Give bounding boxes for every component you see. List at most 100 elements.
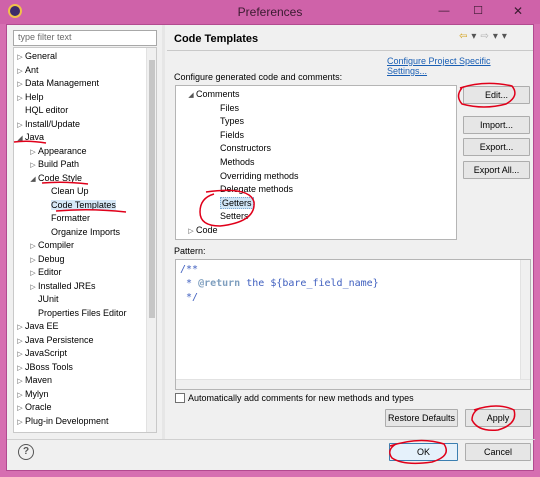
tree-item[interactable]: ▷ Help xyxy=(15,91,43,105)
close-window-button[interactable]: ✕ xyxy=(496,2,540,20)
pattern-horizontal-scrollbar[interactable] xyxy=(176,379,530,389)
minimize-button[interactable]: — xyxy=(430,2,458,20)
ok-button[interactable]: OK xyxy=(389,443,458,461)
tree-item[interactable]: HQL editor xyxy=(15,104,68,117)
auto-comments-option[interactable]: Automatically add comments for new metho… xyxy=(175,393,414,403)
collapsed-arrow-icon[interactable]: ▷ xyxy=(28,159,38,172)
tree-item[interactable]: ▷ Java EE xyxy=(15,320,58,334)
collapsed-arrow-icon[interactable]: ▷ xyxy=(28,281,38,294)
preferences-window: Preferences — ☐ ✕ type filter text ▷ Gene… xyxy=(0,0,540,477)
template-item[interactable]: Getters xyxy=(210,196,254,210)
pattern-editor[interactable]: /** * @return the ${bare_field_name} */ xyxy=(175,259,531,390)
configure-project-settings-link[interactable]: Configure Project Specific Settings... xyxy=(387,56,533,76)
collapsed-arrow-icon[interactable]: ▷ xyxy=(15,78,25,91)
template-item-label: Code xyxy=(196,225,218,235)
restore-defaults-button[interactable]: Restore Defaults xyxy=(385,409,458,427)
tree-item[interactable]: ◢ Java xyxy=(15,131,44,144)
templates-tree[interactable]: ◢ Comments Files Types Fields Constructors Met… xyxy=(175,85,457,240)
tree-item[interactable]: ▷ Build Path xyxy=(28,158,79,171)
tree-item[interactable]: ▷ Install/Update xyxy=(15,118,80,131)
collapsed-arrow-icon[interactable]: ▷ xyxy=(15,65,25,78)
collapsed-arrow-icon[interactable]: ▷ xyxy=(15,402,25,415)
tree-item[interactable]: ▷ Debug xyxy=(28,253,64,267)
tree-item-label: Editor xyxy=(38,267,62,277)
apply-button[interactable]: Apply xyxy=(465,409,531,427)
pattern-line-3: */ xyxy=(180,292,199,303)
collapsed-arrow-icon[interactable]: ▷ xyxy=(28,267,38,280)
collapsed-arrow-icon[interactable]: ▷ xyxy=(15,92,25,105)
tree-item[interactable]: ▷ Data Management xyxy=(15,77,99,90)
collapsed-arrow-icon[interactable]: ▷ xyxy=(15,362,25,375)
tree-item[interactable]: Organize Imports xyxy=(41,226,120,239)
tree-item[interactable]: ▷ Appearance xyxy=(28,145,86,159)
tree-item[interactable]: Clean Up xyxy=(41,185,89,198)
template-item[interactable]: Delegate methods xyxy=(210,183,293,196)
template-item[interactable]: ▷ Code xyxy=(186,224,218,238)
export-all-button[interactable]: Export All... xyxy=(463,161,530,179)
collapsed-arrow-icon[interactable]: ▷ xyxy=(15,416,25,429)
collapsed-arrow-icon[interactable]: ▷ xyxy=(15,321,25,334)
view-menu-chevron-icon[interactable]: ▾ xyxy=(502,31,507,42)
tree-item[interactable]: ▷ Compiler xyxy=(28,239,74,252)
collapsed-arrow-icon[interactable]: ▷ xyxy=(15,348,25,361)
pattern-vertical-scrollbar[interactable] xyxy=(520,260,530,379)
tree-item[interactable]: ▷ JBoss Tools xyxy=(15,361,73,374)
collapsed-arrow-icon[interactable]: ▷ xyxy=(15,51,25,64)
expanded-arrow-icon[interactable]: ◢ xyxy=(186,89,196,102)
tree-item[interactable]: ▷ JavaScript xyxy=(15,347,67,360)
auto-comments-checkbox[interactable] xyxy=(175,393,185,403)
tree-item[interactable]: ▷ Oracle xyxy=(15,401,51,415)
template-item[interactable]: Constructors xyxy=(210,142,271,155)
template-item[interactable]: Methods xyxy=(210,156,255,169)
export-button[interactable]: Export... xyxy=(463,138,530,156)
maximize-button[interactable]: ☐ xyxy=(464,2,492,20)
tree-item-label: Plug-in Development xyxy=(25,415,109,426)
tree-item[interactable]: ▷ Maven xyxy=(15,374,52,387)
template-item[interactable]: Setters xyxy=(210,210,249,223)
collapsed-arrow-icon[interactable]: ▷ xyxy=(28,254,38,267)
filter-input[interactable]: type filter text xyxy=(13,30,157,46)
collapsed-arrow-icon[interactable]: ▷ xyxy=(15,375,25,388)
tree-item[interactable]: ▷ Editor xyxy=(28,266,62,280)
back-menu-chevron-icon[interactable]: ▾ xyxy=(471,31,476,42)
tree-item[interactable]: Formatter xyxy=(41,212,90,225)
tree-item[interactable]: JUnit xyxy=(28,293,59,306)
tree-item[interactable]: Properties Files Editor xyxy=(28,307,127,320)
tree-item[interactable]: ◢ Code Style xyxy=(28,172,82,185)
template-item[interactable]: Types xyxy=(210,115,244,128)
forward-arrow-icon[interactable]: ⇨ xyxy=(480,31,488,42)
tree-item-label: Data Management xyxy=(25,78,100,88)
title-bar[interactable]: Preferences — ☐ ✕ xyxy=(0,0,540,24)
help-icon[interactable]: ? xyxy=(18,444,34,460)
edit-button[interactable]: Edit... xyxy=(463,86,530,104)
tree-scroll-thumb[interactable] xyxy=(149,60,155,318)
tree-item[interactable]: ▷ Ant xyxy=(15,64,38,78)
import-button[interactable]: Import... xyxy=(463,116,530,134)
template-item-label: Delegate methods xyxy=(220,184,294,195)
template-item[interactable]: Fields xyxy=(210,129,244,142)
tree-item[interactable]: ▷ Plug-in Development xyxy=(15,415,109,429)
tree-item[interactable]: ▷ Installed JREs xyxy=(28,280,95,294)
forward-menu-chevron-icon[interactable]: ▾ xyxy=(493,31,498,42)
collapsed-arrow-icon[interactable]: ▷ xyxy=(15,335,25,348)
template-item[interactable]: Files xyxy=(210,102,239,115)
collapsed-arrow-icon[interactable]: ▷ xyxy=(28,240,38,253)
preference-tree[interactable]: ▷ General ▷ Ant ▷ Data Management ▷ Help HQL edi… xyxy=(13,47,157,433)
template-item-label: Constructors xyxy=(220,143,272,154)
back-arrow-icon[interactable]: ⇦ xyxy=(459,31,467,42)
expanded-arrow-icon[interactable]: ◢ xyxy=(15,132,25,145)
cancel-button[interactable]: Cancel xyxy=(465,443,531,461)
collapsed-arrow-icon[interactable]: ▷ xyxy=(15,119,25,132)
tree-item[interactable]: Code Templates xyxy=(41,199,116,212)
template-item[interactable]: ◢ Comments xyxy=(186,88,239,102)
tree-item[interactable]: ▷ Mylyn xyxy=(15,388,48,402)
tree-item[interactable]: ▷ General xyxy=(15,50,57,63)
collapsed-arrow-icon[interactable]: ▷ xyxy=(28,146,38,159)
tree-scrollbar[interactable] xyxy=(146,48,156,432)
collapsed-arrow-icon[interactable]: ▷ xyxy=(186,225,196,238)
pane-splitter[interactable] xyxy=(162,25,165,439)
tree-item[interactable]: ▷ Java Persistence xyxy=(15,334,93,348)
collapsed-arrow-icon[interactable]: ▷ xyxy=(15,389,25,402)
template-item[interactable]: Overriding methods xyxy=(210,170,299,183)
expanded-arrow-icon[interactable]: ◢ xyxy=(28,173,38,186)
